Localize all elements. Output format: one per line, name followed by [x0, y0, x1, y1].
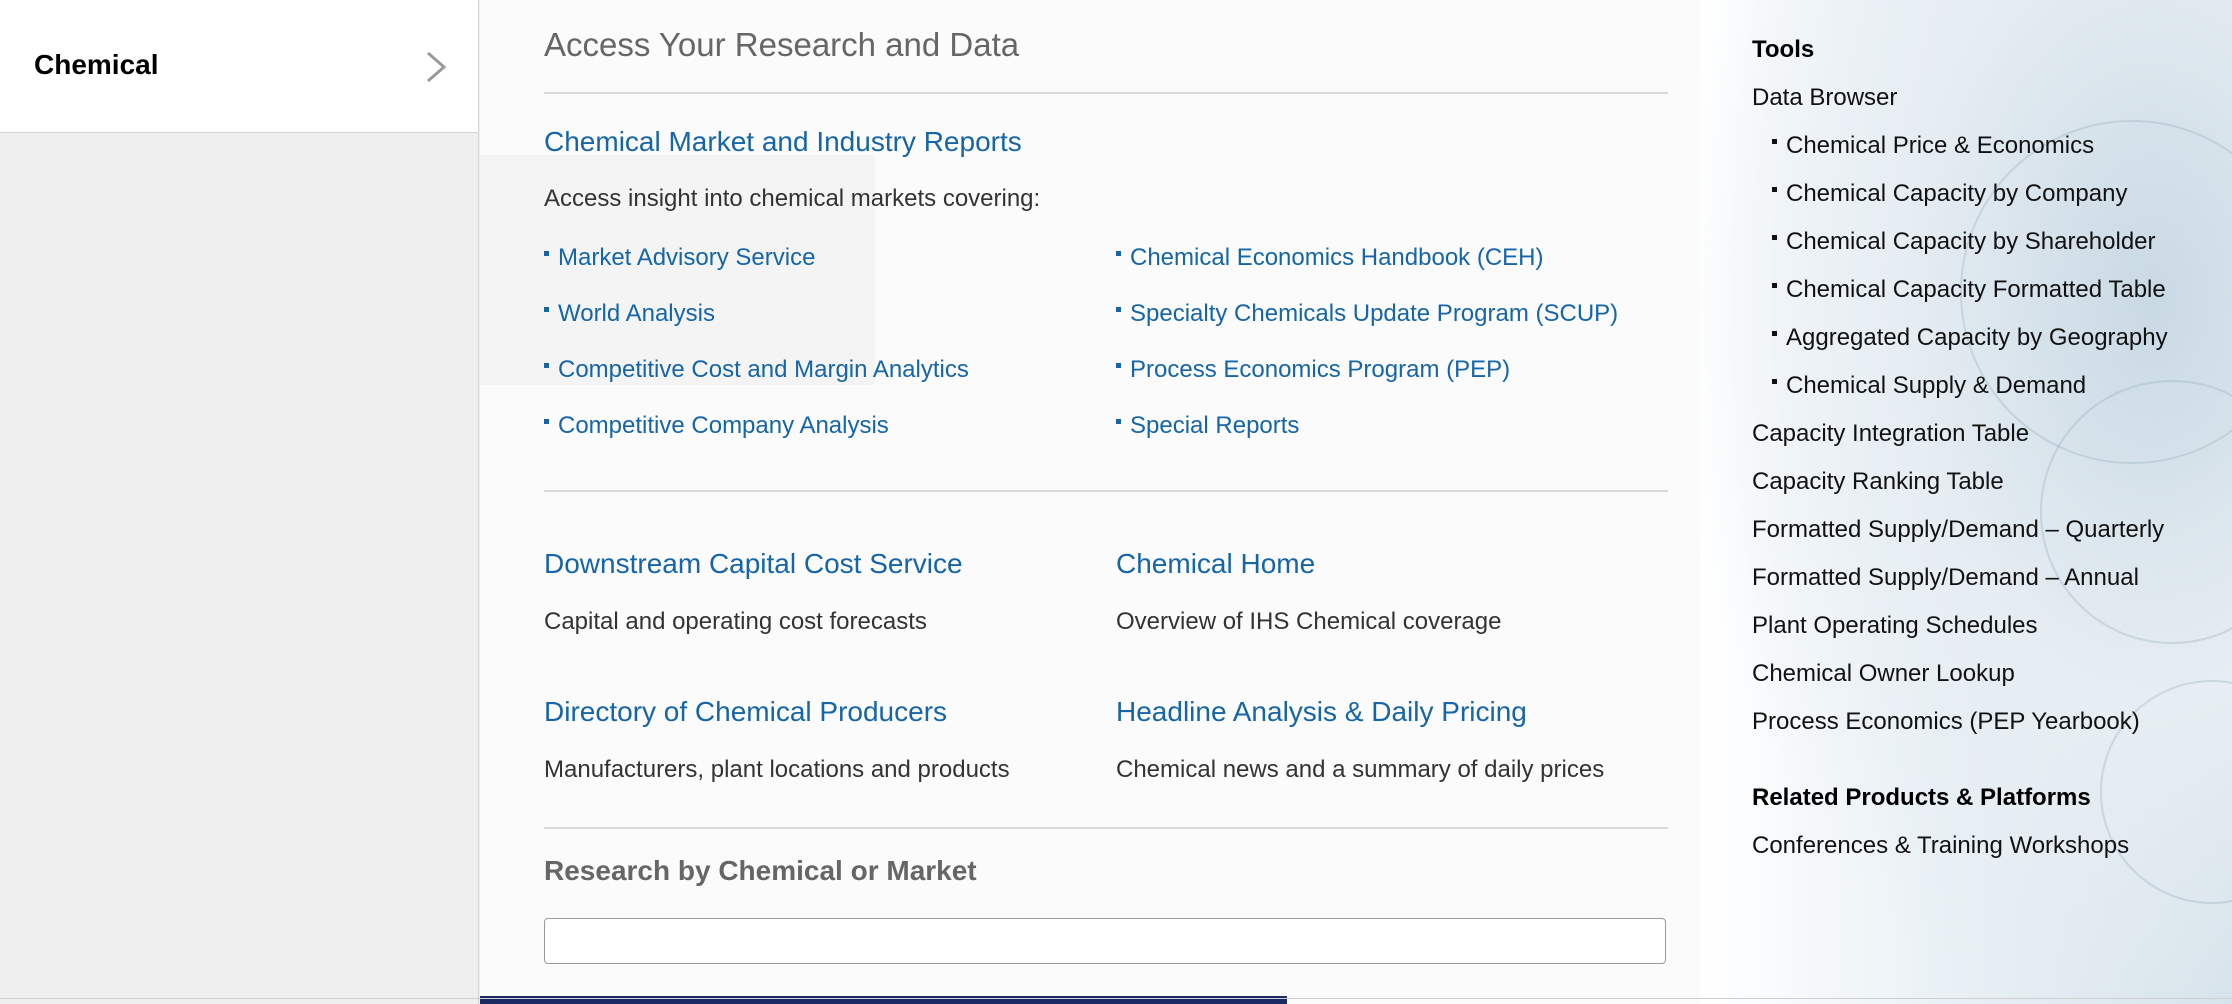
- divider: [544, 827, 1668, 829]
- tool-sub-label: Aggregated Capacity by Geography: [1786, 324, 2168, 351]
- service-title[interactable]: Chemical Home: [1116, 548, 1315, 580]
- report-link[interactable]: Market Advisory Service: [544, 244, 815, 272]
- related-products-heading: Related Products & Platforms: [1752, 784, 2091, 811]
- bullet-icon: [1772, 331, 1777, 337]
- bullet-icon: [544, 307, 549, 313]
- bullet-icon: [1116, 307, 1121, 313]
- left-nav: Chemical: [0, 0, 480, 1004]
- divider: [544, 92, 1668, 94]
- bullet-icon: [1772, 283, 1777, 289]
- tool-link[interactable]: Capacity Ranking Table: [1752, 468, 2004, 496]
- tool-sub-link[interactable]: Chemical Capacity Formatted Table: [1772, 276, 2166, 304]
- tool-sub-link[interactable]: Chemical Price & Economics: [1772, 132, 2094, 160]
- bullet-icon: [1772, 187, 1777, 193]
- tool-sub-label: Chemical Capacity by Shareholder: [1786, 228, 2156, 255]
- tool-sub-label: Chemical Supply & Demand: [1786, 372, 2087, 399]
- tool-sub-link[interactable]: Chemical Capacity by Company: [1772, 180, 2127, 208]
- report-link-label: Competitive Company Analysis: [558, 412, 889, 439]
- related-link-conferences[interactable]: Conferences & Training Workshops: [1752, 832, 2129, 860]
- tool-sub-link[interactable]: Chemical Supply & Demand: [1772, 372, 2086, 400]
- report-link[interactable]: Competitive Cost and Margin Analytics: [544, 356, 969, 384]
- nav-divider: [478, 132, 479, 1004]
- report-link-label: Specialty Chemicals Update Program (SCUP…: [1130, 300, 1619, 327]
- service-description: Capital and operating cost forecasts: [544, 608, 927, 635]
- report-link-label: World Analysis: [558, 300, 715, 327]
- tool-sub-label: Chemical Price & Economics: [1786, 132, 2095, 159]
- market-reports-title[interactable]: Chemical Market and Industry Reports: [544, 126, 1022, 158]
- tool-link[interactable]: Chemical Owner Lookup: [1752, 660, 2015, 688]
- tool-link[interactable]: Process Economics (PEP Yearbook): [1752, 708, 2140, 736]
- page-title: Access Your Research and Data: [544, 26, 1020, 63]
- divider: [544, 490, 1668, 492]
- bullet-icon: [1116, 251, 1121, 257]
- tools-column: Tools Data Browser Chemical Price & Econ…: [1752, 0, 2232, 998]
- report-link[interactable]: Special Reports: [1116, 412, 1299, 440]
- report-link-label: Competitive Cost and Margin Analytics: [558, 356, 969, 383]
- service-title[interactable]: Directory of Chemical Producers: [544, 696, 947, 728]
- bullet-icon: [544, 251, 549, 257]
- tool-link[interactable]: Formatted Supply/Demand – Quarterly: [1752, 516, 2164, 544]
- main-panel: Access Your Research and Data Chemical M…: [480, 0, 1700, 998]
- report-link[interactable]: Specialty Chemicals Update Program (SCUP…: [1116, 300, 1618, 328]
- service-title[interactable]: Downstream Capital Cost Service: [544, 548, 963, 580]
- market-reports-intro: Access insight into chemical markets cov…: [544, 185, 1041, 212]
- tool-link-data-browser[interactable]: Data Browser: [1752, 84, 1897, 112]
- tool-link[interactable]: Plant Operating Schedules: [1752, 612, 2038, 640]
- service-description: Manufacturers, plant locations and produ…: [544, 756, 1010, 783]
- report-link-label: Special Reports: [1130, 412, 1300, 439]
- bullet-icon: [1116, 419, 1121, 425]
- report-link[interactable]: Process Economics Program (PEP): [1116, 356, 1510, 384]
- menu-bottom-border: [0, 998, 2232, 999]
- report-link[interactable]: Competitive Company Analysis: [544, 412, 889, 440]
- tool-sub-link[interactable]: Aggregated Capacity by Geography: [1772, 324, 2168, 352]
- bullet-icon: [544, 419, 549, 425]
- report-link[interactable]: Chemical Economics Handbook (CEH): [1116, 244, 1543, 272]
- bullet-icon: [1116, 363, 1121, 369]
- left-nav-item-chemical[interactable]: Chemical: [0, 0, 479, 133]
- search-label: Research by Chemical or Market: [544, 855, 977, 886]
- bullet-icon: [1772, 139, 1777, 145]
- search-input[interactable]: [544, 918, 1666, 964]
- service-description: Overview of IHS Chemical coverage: [1116, 608, 1502, 635]
- tools-heading: Tools: [1752, 36, 1815, 63]
- bullet-icon: [544, 363, 549, 369]
- left-nav-label: Chemical: [34, 49, 159, 80]
- report-link[interactable]: World Analysis: [544, 300, 715, 328]
- tool-link[interactable]: Formatted Supply/Demand – Annual: [1752, 564, 2139, 592]
- bullet-icon: [1772, 379, 1777, 385]
- tool-sub-label: Chemical Capacity by Company: [1786, 180, 2128, 207]
- report-link-label: Chemical Economics Handbook (CEH): [1130, 244, 1544, 271]
- tool-sub-label: Chemical Capacity Formatted Table: [1786, 276, 2166, 303]
- service-description: Chemical news and a summary of daily pri…: [1116, 756, 1605, 783]
- bullet-icon: [1772, 235, 1777, 241]
- chevron-right-icon: [427, 51, 447, 83]
- report-link-label: Market Advisory Service: [558, 244, 816, 271]
- tool-link[interactable]: Capacity Integration Table: [1752, 420, 2029, 448]
- service-title[interactable]: Headline Analysis & Daily Pricing: [1116, 696, 1527, 728]
- report-link-label: Process Economics Program (PEP): [1130, 356, 1511, 383]
- tool-sub-link[interactable]: Chemical Capacity by Shareholder: [1772, 228, 2156, 256]
